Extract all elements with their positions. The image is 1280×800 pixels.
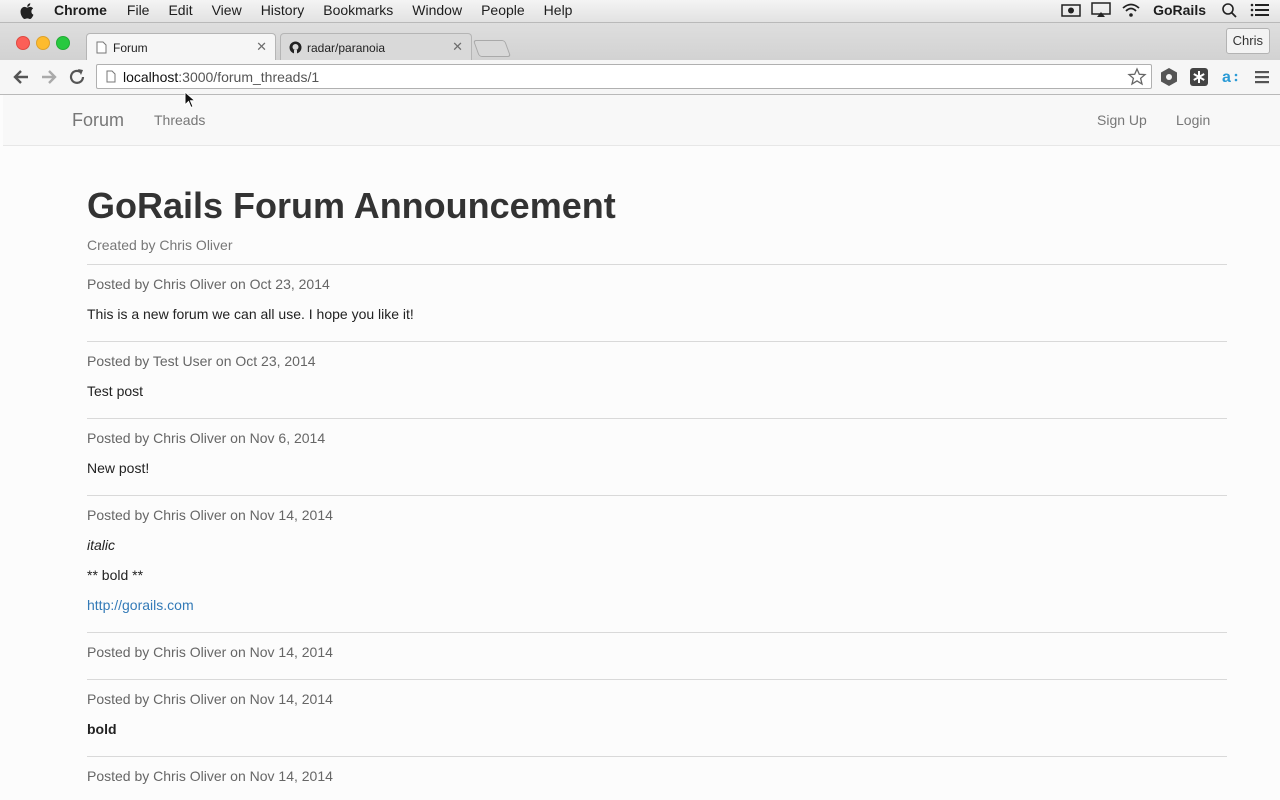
menu-view[interactable]: View — [212, 2, 242, 18]
tab-strip: Forum ✕ radar/paranoia ✕ Chris — [0, 23, 1280, 60]
extension-hexagon-icon[interactable] — [1159, 67, 1179, 87]
screen-record-icon[interactable] — [1061, 2, 1081, 18]
post-body-bold: bold — [87, 721, 117, 737]
brand-link[interactable]: Forum — [72, 110, 124, 131]
window-close-button[interactable] — [16, 36, 30, 50]
url-host: localhost — [123, 69, 179, 85]
apple-icon[interactable] — [20, 3, 34, 19]
extension-asterisk-icon[interactable] — [1189, 67, 1209, 87]
window-minimize-button[interactable] — [36, 36, 50, 50]
divider — [87, 679, 1227, 680]
web-page: Forum Threads Sign Up Login GoRails Foru… — [3, 95, 1280, 800]
tab-radar-paranoia[interactable]: radar/paranoia ✕ — [280, 33, 472, 60]
post-meta: Posted by Chris Oliver on Oct 23, 2014 — [87, 276, 330, 292]
post-body: New post! — [87, 460, 150, 476]
nav-signup-link[interactable]: Sign Up — [1097, 112, 1147, 128]
divider — [87, 495, 1227, 496]
menu-edit[interactable]: Edit — [168, 2, 192, 18]
url-path: :3000/forum_threads/1 — [178, 69, 320, 85]
menu-help[interactable]: Help — [544, 2, 573, 18]
menu-people[interactable]: People — [481, 2, 525, 18]
post-meta: Posted by Chris Oliver on Nov 14, 2014 — [87, 691, 333, 707]
extension-a-icon[interactable]: a — [1220, 67, 1240, 87]
post-meta: Posted by Chris Oliver on Nov 14, 2014 — [87, 768, 333, 784]
nav-login-link[interactable]: Login — [1176, 112, 1210, 128]
browser-window: Forum ✕ radar/paranoia ✕ Chris localhost… — [0, 23, 1280, 800]
svg-text:a: a — [1222, 69, 1231, 86]
notification-center-icon[interactable] — [1250, 2, 1270, 18]
close-tab-icon[interactable]: ✕ — [256, 39, 267, 55]
menu-history[interactable]: History — [261, 2, 305, 18]
post-link[interactable]: http://gorails.com — [87, 597, 194, 613]
menu-bookmarks[interactable]: Bookmarks — [323, 2, 393, 18]
thread-author: Created by Chris Oliver — [87, 237, 233, 253]
post-body: This is a new forum we can all use. I ho… — [87, 306, 414, 322]
page-icon — [96, 41, 107, 54]
nav-threads-link[interactable]: Threads — [154, 112, 205, 128]
search-icon[interactable] — [1220, 2, 1240, 18]
post-meta: Posted by Test User on Oct 23, 2014 — [87, 353, 316, 369]
back-icon[interactable] — [11, 67, 31, 87]
page-icon — [106, 70, 116, 83]
post-meta: Posted by Chris Oliver on Nov 14, 2014 — [87, 507, 333, 523]
menu-window[interactable]: Window — [412, 2, 462, 18]
tab-forum[interactable]: Forum ✕ — [86, 33, 276, 60]
reload-icon[interactable] — [67, 67, 87, 87]
profile-button[interactable]: Chris — [1225, 28, 1270, 54]
divider — [87, 418, 1227, 419]
divider — [87, 756, 1227, 757]
menu-user[interactable]: GoRails — [1153, 2, 1206, 18]
new-tab-button[interactable] — [472, 40, 512, 57]
address-bar[interactable]: localhost:3000/forum_threads/1 — [96, 64, 1152, 89]
mouse-cursor-icon — [184, 91, 196, 109]
divider — [87, 264, 1227, 265]
github-icon — [289, 41, 302, 54]
divider — [87, 632, 1227, 633]
bookmark-star-icon[interactable] — [1127, 67, 1147, 87]
browser-toolbar: localhost:3000/forum_threads/1 a — [0, 60, 1280, 95]
hamburger-menu-icon[interactable] — [1252, 67, 1272, 87]
menu-bar: Chrome File Edit View History Bookmarks … — [0, 0, 1280, 23]
menu-file[interactable]: File — [127, 2, 150, 18]
tab-label: Forum — [113, 41, 148, 55]
forward-icon[interactable] — [39, 67, 59, 87]
close-tab-icon[interactable]: ✕ — [452, 39, 463, 55]
airplay-icon[interactable] — [1091, 2, 1111, 18]
post-body: ** bold ** — [87, 567, 144, 583]
post-meta: Posted by Chris Oliver on Nov 14, 2014 — [87, 644, 333, 660]
post-meta: Posted by Chris Oliver on Nov 6, 2014 — [87, 430, 326, 446]
window-maximize-button[interactable] — [56, 36, 70, 50]
divider — [87, 341, 1227, 342]
wifi-icon[interactable] — [1121, 2, 1141, 18]
thread-title: GoRails Forum Announcement — [87, 185, 616, 226]
post-body-italic: italic — [87, 537, 116, 553]
url-text: localhost:3000/forum_threads/1 — [123, 69, 319, 85]
post-body: Test post — [87, 383, 144, 399]
menu-app-name[interactable]: Chrome — [54, 2, 107, 18]
tab-label: radar/paranoia — [307, 41, 386, 55]
